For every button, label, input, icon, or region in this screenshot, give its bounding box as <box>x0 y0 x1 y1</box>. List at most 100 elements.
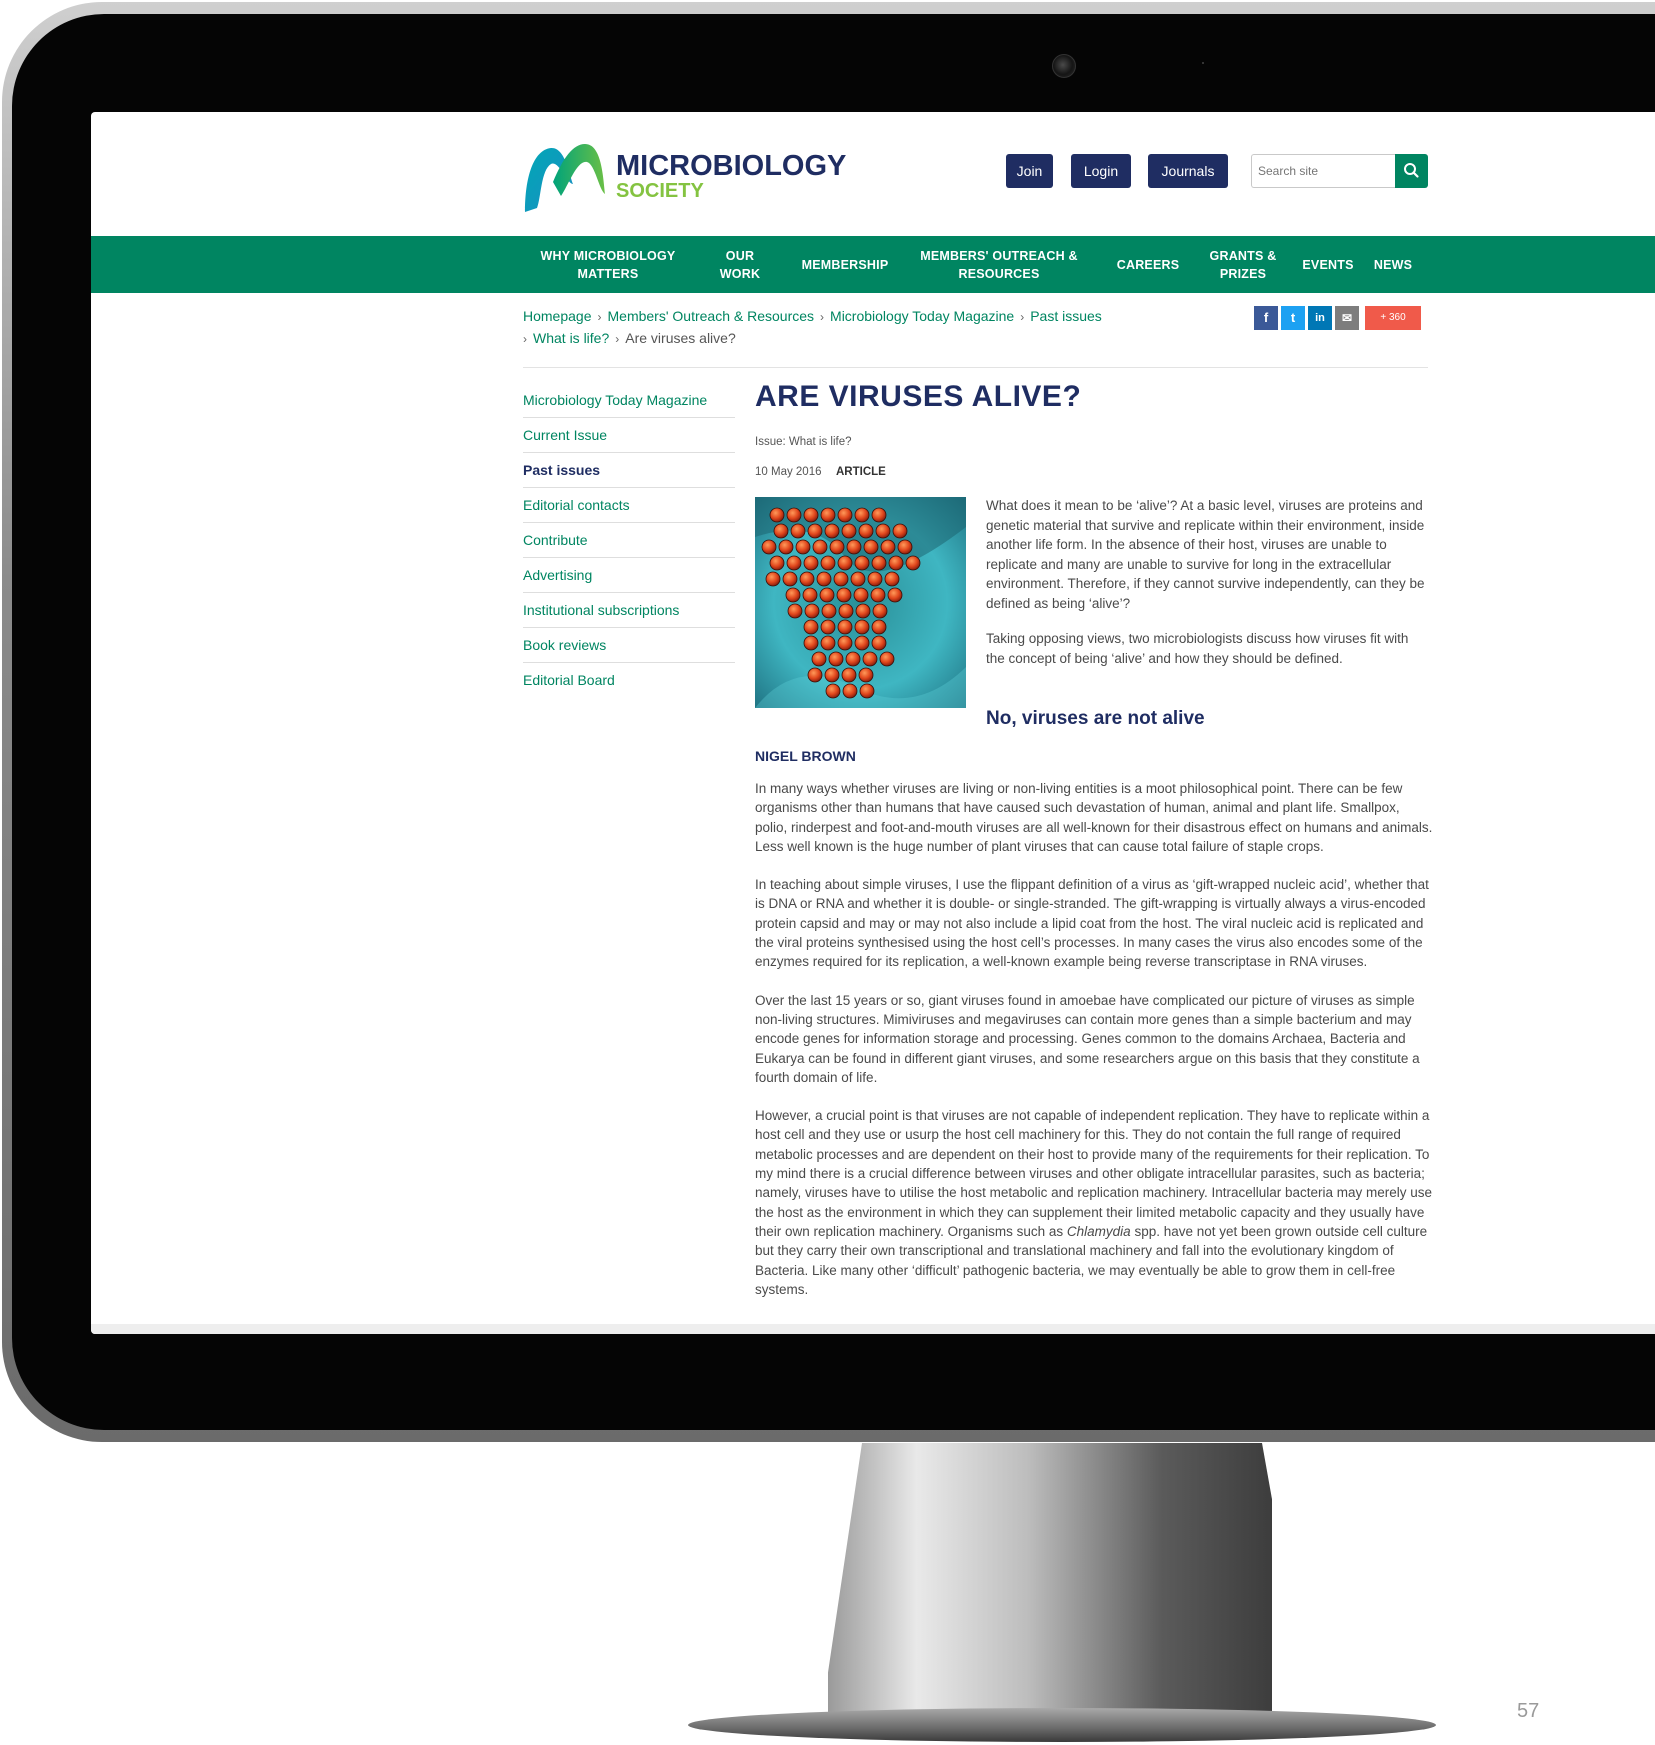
search-input[interactable] <box>1251 154 1395 188</box>
breadcrumb-past-issues[interactable]: Past issues <box>1030 308 1102 324</box>
body-italic-term: Chlamydia <box>1066 1223 1131 1239</box>
virus-particle <box>858 667 874 683</box>
search-button[interactable] <box>1395 154 1428 188</box>
email-share-button[interactable]: ✉ <box>1335 306 1359 330</box>
virus-particle <box>854 635 870 651</box>
breadcrumb-separator: › <box>1020 310 1025 324</box>
virus-micrograph-image <box>755 497 966 708</box>
virus-particle <box>799 571 815 587</box>
article-intro: What does it mean to be ‘alive’? At a ba… <box>986 496 1428 684</box>
body-paragraph: Over the last 15 years or so, giant viru… <box>755 992 1420 1085</box>
virus-particle <box>841 667 857 683</box>
nav-events[interactable]: EVENTS <box>1296 236 1360 293</box>
virus-particle <box>820 555 836 571</box>
nav-members-outreach[interactable]: MEMBERS' OUTREACH & RESOURCES <box>919 236 1079 293</box>
virus-particle <box>871 619 887 635</box>
virus-particle <box>765 571 781 587</box>
sidebar-item-current-issue[interactable]: Current Issue <box>523 418 735 453</box>
sidebar-item-institutional-subscriptions[interactable]: Institutional subscriptions <box>523 593 735 628</box>
breadcrumb-homepage[interactable]: Homepage <box>523 308 592 324</box>
monitor-stand-base <box>688 1708 1436 1742</box>
virus-particle <box>867 571 883 587</box>
virus-particle <box>769 507 785 523</box>
email-icon: ✉ <box>1341 311 1353 325</box>
twitter-icon: t <box>1290 310 1296 325</box>
article-type: ARTICLE <box>836 466 886 478</box>
virus-particle <box>803 555 819 571</box>
virus-particle <box>802 587 818 603</box>
virus-particle <box>837 555 853 571</box>
nav-news[interactable]: NEWS <box>1369 236 1417 293</box>
breadcrumb: Homepage › Members' Outreach & Resources › M… <box>523 306 1143 350</box>
virus-particle <box>787 603 803 619</box>
virus-particle <box>872 603 888 619</box>
nav-membership[interactable]: MEMBERSHIP <box>795 236 895 293</box>
breadcrumb-separator: › <box>523 332 527 346</box>
virus-particle <box>829 539 845 555</box>
virus-particle <box>845 651 861 667</box>
virus-particle <box>841 523 857 539</box>
sidebar-item-editorial-board[interactable]: Editorial Board <box>523 663 735 698</box>
virus-particle <box>836 587 852 603</box>
virus-particle <box>853 587 869 603</box>
breadcrumb-what-is-life[interactable]: What is life? <box>533 330 609 346</box>
sidebar-item-advertising[interactable]: Advertising <box>523 558 735 593</box>
site-logo[interactable]: MICROBIOLOGY SOCIETY <box>523 138 846 218</box>
breadcrumb-separator: › <box>615 332 620 346</box>
virus-particle <box>807 523 823 539</box>
intro-paragraph: Taking opposing views, two microbiologis… <box>986 631 1409 666</box>
article-body: In many ways whether viruses are living … <box>755 779 1433 1318</box>
body-paragraph: In teaching about simple viruses, I use … <box>755 877 1429 970</box>
virus-particle <box>824 667 840 683</box>
journals-button[interactable]: Journals <box>1148 154 1228 188</box>
virus-particle <box>820 619 836 635</box>
virus-particle <box>854 507 870 523</box>
logo-title: MICROBIOLOGY <box>616 150 847 182</box>
virus-particle <box>812 539 828 555</box>
virus-particle <box>871 555 887 571</box>
virus-particle <box>850 571 866 587</box>
virus-particle <box>807 667 823 683</box>
virus-particle <box>819 587 835 603</box>
twitter-share-button[interactable]: t <box>1281 306 1305 330</box>
nav-careers[interactable]: CAREERS <box>1111 236 1185 293</box>
facebook-share-button[interactable]: f <box>1254 306 1278 330</box>
virus-particle <box>870 587 886 603</box>
virus-particle <box>837 507 853 523</box>
virus-particle <box>803 635 819 651</box>
article-title: ARE VIRUSES ALIVE? <box>755 380 1082 413</box>
breadcrumb-separator: › <box>597 310 602 324</box>
breadcrumb-microbiology-today[interactable]: Microbiology Today Magazine <box>830 308 1014 324</box>
camera-sensor <box>1202 62 1204 64</box>
virus-particle <box>773 523 789 539</box>
virus-particle <box>871 635 887 651</box>
sidebar-item-book-reviews[interactable]: Book reviews <box>523 628 735 663</box>
nav-why-microbiology-matters[interactable]: WHY MICROBIOLOGY MATTERS <box>538 236 678 293</box>
virus-particle <box>803 619 819 635</box>
article-subheading: No, viruses are not alive <box>986 708 1205 729</box>
breadcrumb-members-outreach[interactable]: Members' Outreach & Resources <box>608 308 815 324</box>
join-button[interactable]: Join <box>1006 154 1053 188</box>
article-author: NIGEL BROWN <box>755 748 856 764</box>
virus-particle <box>778 539 794 555</box>
body-text-segment: However, a crucial point is that viruses… <box>755 1108 1433 1239</box>
virus-particle <box>825 683 841 699</box>
virus-particle <box>858 523 874 539</box>
nav-grants-prizes[interactable]: GRANTS & PRIZES <box>1204 236 1282 293</box>
virus-particle <box>786 507 802 523</box>
sidebar-item-microbiology-today-magazine[interactable]: Microbiology Today Magazine <box>523 383 735 418</box>
sidebar-item-editorial-contacts[interactable]: Editorial contacts <box>523 488 735 523</box>
share-count-button[interactable]: + 360 <box>1365 306 1421 330</box>
linkedin-icon: in <box>1315 312 1325 324</box>
sidebar-item-past-issues[interactable]: Past issues <box>523 453 735 488</box>
nav-our-work[interactable]: OUR WORK <box>715 236 765 293</box>
monitor-screen: MICROBIOLOGY SOCIETY Join Login Journals… <box>91 112 1655 1334</box>
virus-particle <box>786 555 802 571</box>
virus-particle <box>879 651 895 667</box>
virus-particle <box>888 555 904 571</box>
virus-particle <box>837 635 853 651</box>
breadcrumb-separator: › <box>820 310 825 324</box>
linkedin-share-button[interactable]: in <box>1308 306 1332 330</box>
login-button[interactable]: Login <box>1071 154 1131 188</box>
sidebar-item-contribute[interactable]: Contribute <box>523 523 735 558</box>
